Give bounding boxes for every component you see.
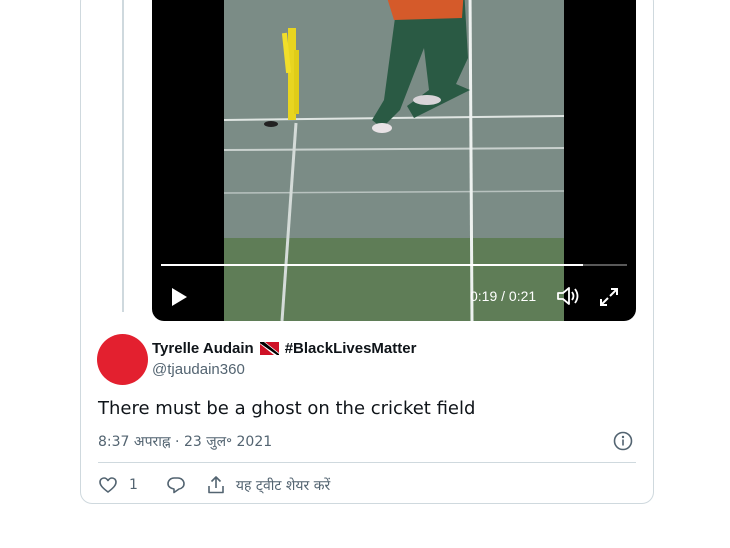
share-button[interactable]: यह ट्वीट शेयर करें — [206, 475, 330, 495]
fullscreen-icon[interactable] — [598, 286, 620, 308]
heart-icon — [99, 477, 117, 493]
hashtag-name: #BlackLivesMatter — [284, 340, 417, 357]
like-button[interactable]: 1 — [98, 475, 138, 495]
video-progress-fill — [161, 264, 583, 266]
video-time-display: 0:19 / 0:21 — [470, 288, 537, 304]
author-handle[interactable]: @tjaudain360 — [152, 361, 245, 378]
share-label: यह ट्वीट शेयर करें — [235, 477, 331, 494]
action-divider — [98, 462, 636, 463]
info-icon[interactable] — [613, 431, 633, 451]
video-frame — [224, 0, 564, 321]
cricket-pitch-scene — [224, 0, 564, 321]
display-name[interactable]: Tyrelle Audain — [152, 340, 254, 357]
volume-icon[interactable] — [555, 285, 581, 307]
play-icon[interactable] — [169, 286, 189, 308]
share-icon — [208, 476, 224, 494]
avatar[interactable] — [97, 334, 148, 385]
tweet-actions: 1 यह ट्वीट शेयर करें — [98, 474, 330, 496]
tweet-timestamp[interactable]: 8:37 अपराह्न · 23 जुल॰ 2021 — [98, 432, 272, 451]
reply-button[interactable] — [166, 475, 186, 495]
tweet-text: There must be a ghost on the cricket fie… — [98, 398, 476, 419]
author-name-row[interactable]: Tyrelle Audain #BlackLivesMatter — [152, 340, 416, 357]
reply-icon — [167, 477, 185, 494]
video-player[interactable]: 0:19 / 0:21 — [152, 0, 636, 321]
like-count: 1 — [129, 477, 138, 493]
video-progress-bar[interactable] — [161, 264, 627, 266]
thread-connector-line — [122, 0, 124, 312]
trinidad-flag-icon — [259, 342, 279, 355]
